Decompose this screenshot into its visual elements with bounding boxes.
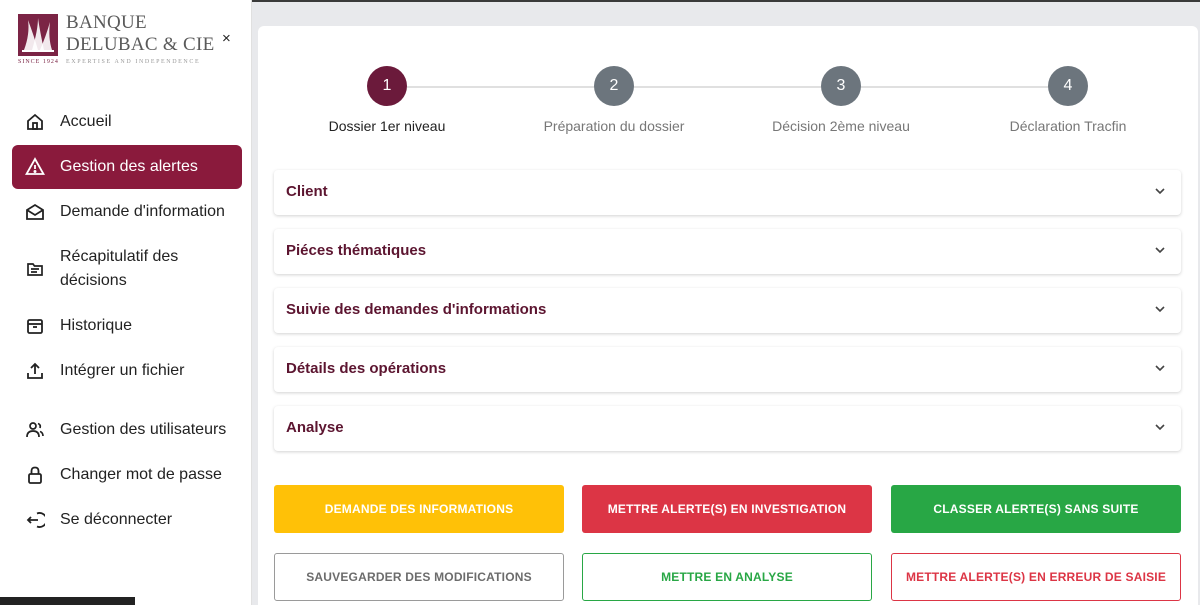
sidebar-item-demande-information[interactable]: Demande d'information: [12, 190, 242, 234]
request-info-button[interactable]: DEMANDE DES INFORMATIONS: [274, 485, 564, 533]
step-label: Déclaration Tracfin: [1009, 118, 1127, 134]
step-3[interactable]: 3 Décision 2ème niveau: [726, 66, 956, 134]
logo-since: SINCE 1924: [18, 59, 59, 65]
users-icon: [24, 419, 46, 441]
chevron-down-icon: [1155, 306, 1165, 313]
accordion-title: Suivie des demandes d'informations: [286, 301, 547, 318]
warning-icon: [24, 156, 46, 178]
accordion-title: Détails des opérations: [286, 360, 447, 377]
accordion-suivie-demandes[interactable]: Suivie des demandes d'informations: [274, 288, 1181, 333]
sidebar-item-gestion-utilisateurs[interactable]: Gestion des utilisateurs: [12, 408, 242, 452]
step-number: 2: [594, 66, 634, 106]
accordion-title: Analyse: [286, 419, 344, 436]
step-label: Dossier 1er niveau: [328, 118, 446, 134]
accordion-pieces-thematiques[interactable]: Piéces thématiques: [274, 229, 1181, 274]
sidebar-item-integrer-fichier[interactable]: Intégrer un fichier: [12, 349, 242, 393]
sidebar-item-label: Accueil: [60, 113, 112, 130]
chevron-down-icon: [1155, 188, 1165, 195]
sidebar-item-historique[interactable]: Historique: [12, 304, 242, 348]
accordion-title: Piéces thématiques: [286, 242, 427, 259]
step-1[interactable]: 1 Dossier 1er niveau: [272, 66, 502, 134]
sidebar-item-recapitulatif[interactable]: Récapitulatif des décisions: [12, 242, 242, 296]
investigate-button[interactable]: METTRE ALERTE(S) EN INVESTIGATION: [582, 485, 872, 533]
close-sidebar-button[interactable]: ×: [222, 30, 231, 47]
step-4[interactable]: 4 Déclaration Tracfin: [953, 66, 1183, 134]
logo-tagline: EXPERTISE AND INDEPENDENCE: [66, 59, 201, 65]
accordion-analyse[interactable]: Analyse: [274, 406, 1181, 451]
logout-icon: [24, 509, 46, 531]
sidebar-item-label: Demande d'information: [60, 203, 225, 220]
step-number: 3: [821, 66, 861, 106]
input-error-button[interactable]: METTRE ALERTE(S) EN ERREUR DE SAISIE: [891, 553, 1181, 601]
chevron-down-icon: [1155, 424, 1165, 431]
sidebar-item-accueil[interactable]: Accueil: [12, 100, 242, 144]
accordion-details-operations[interactable]: Détails des opérations: [274, 347, 1181, 392]
logo-line1: BANQUE: [66, 12, 147, 33]
archive-icon: [24, 315, 46, 337]
sidebar-item-label: Gestion des utilisateurs: [60, 421, 227, 438]
sidebar-item-changer-mot-de-passe[interactable]: Changer mot de passe: [12, 453, 242, 497]
mail-open-icon: [24, 201, 46, 223]
sidebar-item-label: Se déconnecter: [60, 511, 173, 528]
status-bar: [0, 597, 135, 605]
sidebar-item-label: Récapitulatif des décisions: [60, 248, 179, 289]
logo-emblem: [18, 14, 58, 56]
step-label: Décision 2ème niveau: [772, 118, 910, 134]
sidebar-item-gestion-alertes[interactable]: Gestion des alertes: [12, 145, 242, 189]
bank-logo: BANQUE DELUBAC & CIE SINCE 1924 EXPERTIS…: [18, 12, 228, 70]
chevron-down-icon: [1155, 365, 1165, 372]
sidebar-item-se-deconnecter[interactable]: Se déconnecter: [12, 498, 242, 542]
logo-line2: DELUBAC & CIE: [66, 34, 215, 55]
sidebar-item-label: Changer mot de passe: [60, 466, 222, 483]
chevron-down-icon: [1155, 247, 1165, 254]
sidebar: BANQUE DELUBAC & CIE SINCE 1924 EXPERTIS…: [0, 0, 252, 605]
lock-icon: [24, 464, 46, 486]
home-icon: [24, 111, 46, 133]
step-2[interactable]: 2 Préparation du dossier: [499, 66, 729, 134]
upload-icon: [24, 360, 46, 382]
folders-icon: [24, 258, 46, 280]
step-number: 1: [367, 66, 407, 106]
sidebar-item-label: Intégrer un fichier: [60, 362, 185, 379]
accordion-title: Client: [286, 183, 328, 200]
set-analysis-button[interactable]: METTRE EN ANALYSE: [582, 553, 872, 601]
sidebar-item-label: Historique: [60, 317, 133, 334]
accordion-client[interactable]: Client: [274, 170, 1181, 215]
step-label: Préparation du dossier: [543, 118, 685, 134]
close-no-action-button[interactable]: CLASSER ALERTE(S) SANS SUITE: [891, 485, 1181, 533]
sidebar-item-label: Gestion des alertes: [60, 158, 198, 175]
save-changes-button[interactable]: SAUVEGARDER DES MODIFICATIONS: [274, 553, 564, 601]
step-number: 4: [1048, 66, 1088, 106]
